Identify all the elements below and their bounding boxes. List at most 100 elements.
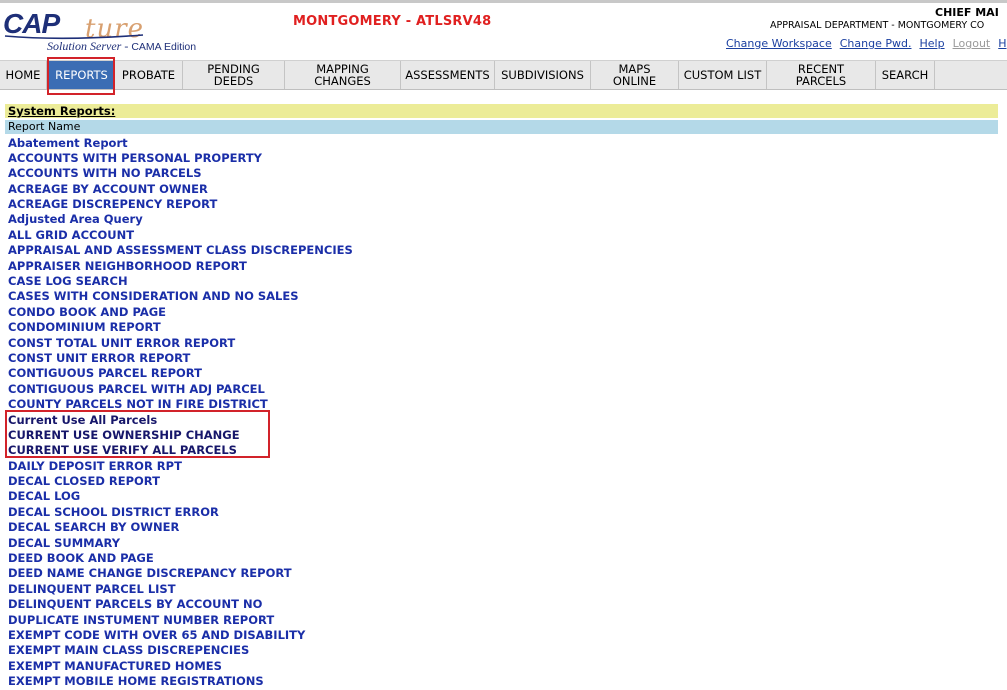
report-link[interactable]: CONDOMINIUM REPORT	[8, 320, 161, 334]
report-list-item: ACREAGE DISCREPENCY REPORT	[8, 197, 353, 212]
report-list-item: DELINQUENT PARCEL LIST	[8, 582, 353, 597]
report-list-item: EXEMPT CODE WITH OVER 65 AND DISABILITY	[8, 628, 353, 643]
report-list-item: CONST TOTAL UNIT ERROR REPORT	[8, 336, 353, 351]
report-list-item: DEED NAME CHANGE DISCREPANCY REPORT	[8, 566, 353, 581]
report-list-item: ALL GRID ACCOUNT	[8, 228, 353, 243]
report-link[interactable]: CONDO BOOK AND PAGE	[8, 305, 166, 319]
report-list-item: COUNTY PARCELS NOT IN FIRE DISTRICT	[8, 397, 353, 412]
main-nav: HOME REPORTS PROBATE PENDING DEEDS MAPPIN…	[0, 60, 1007, 90]
report-list-item: DUPLICATE INSTUMENT NUMBER REPORT	[8, 613, 353, 628]
report-link[interactable]: CURRENT USE VERIFY ALL PARCELS	[8, 443, 237, 457]
report-link[interactable]: DELINQUENT PARCELS BY ACCOUNT NO	[8, 597, 262, 611]
report-link[interactable]: CURRENT USE OWNERSHIP CHANGE	[8, 428, 240, 442]
report-list-item: Current Use All Parcels	[8, 413, 353, 428]
report-link[interactable]: Abatement Report	[8, 136, 128, 150]
logo-subtitle: Solution Server - CAMA Edition	[47, 39, 196, 54]
report-list-item: EXEMPT MAIN CLASS DISCREPENCIES	[8, 643, 353, 658]
report-list-item: CONST UNIT ERROR REPORT	[8, 351, 353, 366]
logo-edition: CAMA Edition	[131, 41, 197, 53]
report-link[interactable]: DAILY DEPOSIT ERROR RPT	[8, 459, 182, 473]
department-label: APPRAISAL DEPARTMENT - MONTGOMERY CO	[770, 20, 985, 31]
report-link[interactable]: ALL GRID ACCOUNT	[8, 228, 134, 242]
user-name: CHIEF MAI	[935, 6, 999, 19]
report-link[interactable]: EXEMPT CODE WITH OVER 65 AND DISABILITY	[8, 628, 305, 642]
report-link[interactable]: EXEMPT MAIN CLASS DISCREPENCIES	[8, 643, 249, 657]
report-link[interactable]: ACCOUNTS WITH PERSONAL PROPERTY	[8, 151, 262, 165]
header-links: Change Workspace Change Pwd. Help Logout H	[726, 37, 1007, 50]
report-list-item: Adjusted Area Query	[8, 212, 353, 227]
report-list-item: DECAL CLOSED REPORT	[8, 474, 353, 489]
report-list-item: DECAL SUMMARY	[8, 536, 353, 551]
report-link[interactable]: CONTIGUOUS PARCEL REPORT	[8, 366, 202, 380]
report-link[interactable]: ACREAGE DISCREPENCY REPORT	[8, 197, 217, 211]
report-link[interactable]: CONTIGUOUS PARCEL WITH ADJ PARCEL	[8, 382, 265, 396]
report-list-item: DECAL SCHOOL DISTRICT ERROR	[8, 505, 353, 520]
nav-assessments[interactable]: ASSESSMENTS	[401, 61, 495, 89]
report-link[interactable]: DECAL SEARCH BY OWNER	[8, 520, 179, 534]
report-link[interactable]: DECAL SCHOOL DISTRICT ERROR	[8, 505, 219, 519]
report-list-item: APPRAISAL AND ASSESSMENT CLASS DISCREPEN…	[8, 243, 353, 258]
report-link[interactable]: DECAL CLOSED REPORT	[8, 474, 160, 488]
top-border	[0, 0, 1007, 3]
report-link[interactable]: ACCOUNTS WITH NO PARCELS	[8, 166, 202, 180]
report-list-item: DECAL LOG	[8, 489, 353, 504]
report-link[interactable]: ACREAGE BY ACCOUNT OWNER	[8, 182, 208, 196]
report-link[interactable]: Adjusted Area Query	[8, 212, 143, 226]
report-list-item: CASES WITH CONSIDERATION AND NO SALES	[8, 289, 353, 304]
report-list-item: DEED BOOK AND PAGE	[8, 551, 353, 566]
nav-mapping-changes[interactable]: MAPPING CHANGES	[285, 61, 401, 89]
nav-custom-list[interactable]: CUSTOM LIST	[679, 61, 767, 89]
report-list-item: DAILY DEPOSIT ERROR RPT	[8, 459, 353, 474]
report-list-item: ACREAGE BY ACCOUNT OWNER	[8, 182, 353, 197]
report-link[interactable]: DEED BOOK AND PAGE	[8, 551, 154, 565]
report-link[interactable]: CONST TOTAL UNIT ERROR REPORT	[8, 336, 235, 350]
report-list-item: CONDOMINIUM REPORT	[8, 320, 353, 335]
report-list-item: CONTIGUOUS PARCEL WITH ADJ PARCEL	[8, 382, 353, 397]
report-list-item: CURRENT USE OWNERSHIP CHANGE	[8, 428, 353, 443]
help-link[interactable]: Help	[919, 37, 944, 50]
nav-reports[interactable]: REPORTS	[49, 61, 115, 89]
report-list-item: CURRENT USE VERIFY ALL PARCELS	[8, 443, 353, 458]
report-list-item: DECAL SEARCH BY OWNER	[8, 520, 353, 535]
change-password-link[interactable]: Change Pwd.	[840, 37, 912, 50]
change-workspace-link[interactable]: Change Workspace	[726, 37, 832, 50]
report-link[interactable]: EXEMPT MANUFACTURED HOMES	[8, 659, 222, 673]
nav-recent-parcels[interactable]: RECENT PARCELS	[767, 61, 876, 89]
report-link[interactable]: COUNTY PARCELS NOT IN FIRE DISTRICT	[8, 397, 268, 411]
report-link[interactable]: DUPLICATE INSTUMENT NUMBER REPORT	[8, 613, 274, 627]
nav-subdivisions[interactable]: SUBDIVISIONS	[495, 61, 591, 89]
report-list-item: ACCOUNTS WITH NO PARCELS	[8, 166, 353, 181]
report-link[interactable]: CASE LOG SEARCH	[8, 274, 128, 288]
report-link[interactable]: APPRAISER NEIGHBORHOOD REPORT	[8, 259, 247, 273]
report-list-item: DELINQUENT PARCELS BY ACCOUNT NO	[8, 597, 353, 612]
report-list-item: EXEMPT MOBILE HOME REGISTRATIONS	[8, 674, 353, 689]
report-link[interactable]: Current Use All Parcels	[8, 413, 157, 427]
logout-link[interactable]: Logout	[953, 37, 991, 50]
nav-search[interactable]: SEARCH	[876, 61, 935, 89]
nav-home[interactable]: HOME	[0, 61, 47, 89]
server-title: MONTGOMERY - ATLSRV48	[293, 14, 492, 29]
report-link[interactable]: DECAL LOG	[8, 489, 80, 503]
logo-subtitle-text: Solution Server -	[47, 39, 132, 53]
report-list-item: ACCOUNTS WITH PERSONAL PROPERTY	[8, 151, 353, 166]
report-list-item: CASE LOG SEARCH	[8, 274, 353, 289]
report-list-item: Abatement Report	[8, 136, 353, 151]
report-list-item: CONTIGUOUS PARCEL REPORT	[8, 366, 353, 381]
report-link[interactable]: CONST UNIT ERROR REPORT	[8, 351, 190, 365]
nav-maps-online[interactable]: MAPS ONLINE	[591, 61, 679, 89]
nav-pending-deeds[interactable]: PENDING DEEDS	[183, 61, 285, 89]
report-name-column-header: Report Name	[5, 120, 998, 134]
report-link[interactable]: EXEMPT MOBILE HOME REGISTRATIONS	[8, 674, 264, 688]
report-link[interactable]: APPRAISAL AND ASSESSMENT CLASS DISCREPEN…	[8, 243, 353, 257]
nav-probate[interactable]: PROBATE	[115, 61, 183, 89]
report-list-item: APPRAISER NEIGHBORHOOD REPORT	[8, 259, 353, 274]
section-title: System Reports:	[5, 104, 998, 118]
cut-off-link[interactable]: H	[998, 37, 1006, 50]
captur-logo: CAP ture Solution Server - CAMA Edition	[3, 6, 253, 54]
report-link[interactable]: DECAL SUMMARY	[8, 536, 120, 550]
report-link[interactable]: CASES WITH CONSIDERATION AND NO SALES	[8, 289, 299, 303]
report-link[interactable]: DEED NAME CHANGE DISCREPANCY REPORT	[8, 566, 292, 580]
report-link[interactable]: DELINQUENT PARCEL LIST	[8, 582, 176, 596]
report-list: Abatement Report ACCOUNTS WITH PERSONAL P…	[8, 136, 353, 690]
report-list-item: CONDO BOOK AND PAGE	[8, 305, 353, 320]
